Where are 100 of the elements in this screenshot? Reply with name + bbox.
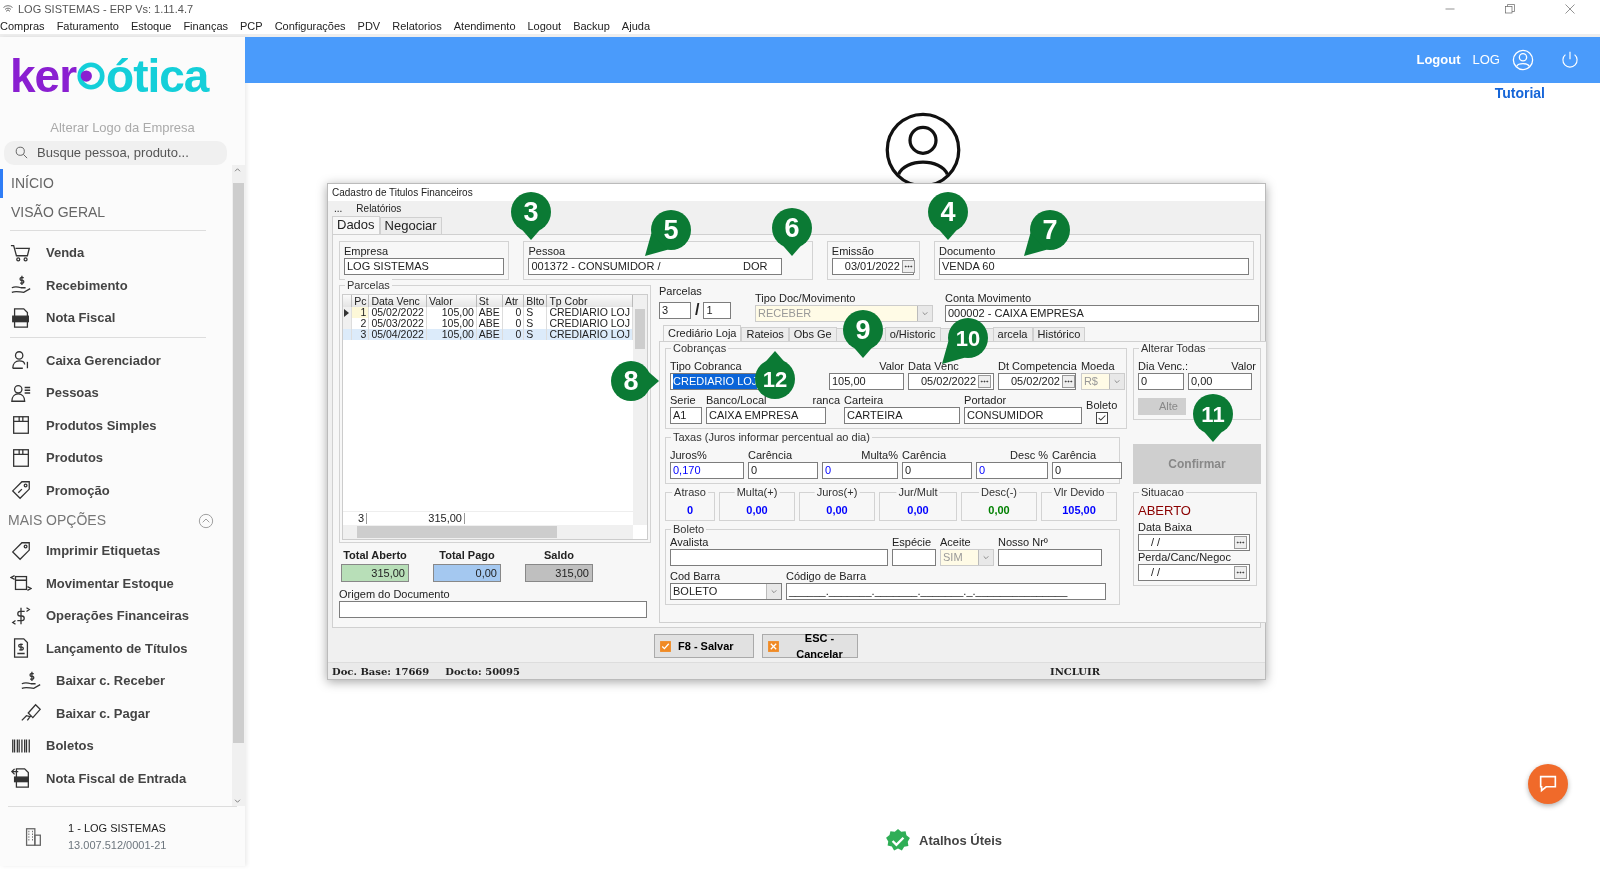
input-field[interactable] — [998, 548, 1102, 566]
menu-item[interactable]: Finanças — [183, 17, 228, 35]
sidebar-item[interactable]: Nota Fiscal — [0, 301, 232, 334]
action-button[interactable]: F8 - Salvar — [654, 634, 754, 658]
total-label: Total Pago — [438, 548, 496, 563]
input-field[interactable]: 0 — [822, 462, 898, 479]
input-field[interactable]: 0 — [976, 462, 1048, 479]
input-field[interactable]: 03/01/2022 — [831, 258, 914, 275]
collapse-icon[interactable] — [198, 512, 214, 529]
menu-item[interactable]: PCP — [240, 17, 263, 35]
input-field[interactable] — [670, 548, 888, 566]
input-field[interactable]: 001372 - CONSUMIDOR / DOR — [528, 258, 783, 275]
sidebar-item[interactable]: Boletos — [0, 729, 232, 762]
sidebar-item[interactable]: Nota Fiscal de Entrada — [0, 762, 232, 795]
chat-button[interactable] — [1528, 764, 1568, 804]
scrollbar[interactable] — [343, 525, 633, 539]
input-field[interactable]: 0,170 — [670, 462, 744, 479]
column-header[interactable]: St — [476, 295, 503, 307]
sidebar-item[interactable]: Lançamento de Títulos — [0, 632, 232, 665]
input-field[interactable]: / / — [1138, 533, 1250, 551]
field-label: Moeda — [1080, 360, 1115, 373]
tab[interactable]: Rateios — [741, 327, 789, 341]
caret-icon — [1108, 374, 1124, 389]
menu-item[interactable]: Compras — [0, 17, 45, 35]
tab[interactable]: Histórico — [1032, 327, 1086, 341]
sidebar-item[interactable]: Pessoas — [0, 376, 232, 409]
tutorial-link[interactable]: Tutorial — [245, 83, 1600, 103]
more-button[interactable] — [978, 375, 992, 388]
menu-item[interactable]: Configurações — [274, 17, 346, 35]
menu-item[interactable]: Backup — [573, 17, 610, 35]
checkbox[interactable] — [1095, 412, 1108, 424]
input-field[interactable]: ______._______._______._______._._______________ — [786, 582, 1106, 600]
menu-item[interactable]: ... — [334, 200, 343, 216]
menu-item[interactable]: PDV — [357, 17, 381, 35]
more-button[interactable] — [1234, 565, 1247, 579]
input-field[interactable]: 000002 - CAIXA EMPRESA — [945, 305, 1259, 322]
status-text: Doc. Base: 17669 — [332, 664, 430, 679]
input-field[interactable] — [339, 600, 647, 618]
sidebar-item[interactable]: Movimentar Estoque — [0, 567, 232, 600]
input-field[interactable]: CONSUMIDOR — [964, 407, 1083, 424]
search-field[interactable]: Busque pessoa, produto... — [4, 140, 227, 165]
input-field[interactable]: 0 — [1138, 373, 1184, 390]
sidebar-item[interactable]: Operações Financeiras — [0, 599, 232, 632]
menu-item[interactable]: Logout — [527, 17, 562, 35]
tab[interactable]: o/Historic — [884, 327, 941, 341]
menu-item[interactable]: Ajuda — [621, 17, 650, 35]
scrollbar[interactable] — [232, 164, 245, 806]
column-header[interactable]: Data Venc — [368, 295, 427, 307]
sidebar-item[interactable]: Recebimento — [0, 269, 232, 302]
tab[interactable]: Obs Ge — [788, 327, 837, 341]
action-button[interactable]: ESC - Cancelar — [762, 634, 858, 658]
value-text: 0 — [686, 504, 694, 516]
input-field[interactable]: 105,00 — [829, 373, 904, 390]
more-button[interactable] — [901, 260, 915, 273]
input-field[interactable]: 0,00 — [1188, 373, 1252, 390]
input-field[interactable]: 0 — [1052, 462, 1122, 479]
group-label: Alterar Todas — [1139, 342, 1208, 354]
input-field[interactable]: 0 — [902, 462, 972, 479]
menu-item[interactable]: Relatorios — [392, 17, 442, 35]
scrollbar-thumb[interactable] — [635, 309, 645, 349]
sidebar-item[interactable]: Baixar c. Receber — [0, 664, 232, 697]
input-field[interactable]: / / — [1138, 563, 1250, 581]
dropdown[interactable]: BOLETO — [670, 582, 782, 600]
input-field[interactable]: LOG SISTEMAS — [344, 258, 504, 275]
menu-item[interactable]: Faturamento — [56, 17, 119, 35]
tab[interactable]: arcela — [992, 327, 1033, 341]
more-button[interactable] — [1234, 535, 1247, 549]
tab[interactable]: Crediário Loja — [663, 325, 742, 341]
input-field[interactable]: 1 — [703, 301, 732, 319]
sidebar-item[interactable]: Baixar c. Pagar — [0, 697, 232, 730]
input-field[interactable]: VENDA 60 — [939, 258, 1249, 275]
input-field[interactable]: CREDIARIO LOJ — [670, 373, 760, 390]
input-field[interactable]: CARTEIRA — [844, 407, 961, 424]
sidebar-item[interactable]: Produtos — [0, 441, 232, 474]
sidebar-item[interactable]: Caixa Gerenciador — [0, 344, 232, 377]
sidebar-item[interactable]: Promoção — [0, 474, 232, 507]
input-field[interactable] — [892, 548, 936, 566]
column-header[interactable]: Valor — [426, 295, 477, 307]
input-field[interactable]: 05/02/202 — [998, 373, 1076, 390]
input-field[interactable]: 0 — [748, 462, 818, 479]
tab[interactable]: Negociar — [379, 217, 442, 234]
sidebar-item[interactable]: Imprimir Etiquetas — [0, 534, 232, 567]
sidebar-item[interactable]: Produtos Simples — [0, 409, 232, 442]
tab[interactable]: Dados — [332, 216, 380, 234]
tag-icon — [10, 539, 32, 562]
menu-item[interactable]: Relatórios — [356, 200, 402, 216]
input-field[interactable]: 05/02/2022 — [908, 373, 994, 390]
more-button[interactable] — [1061, 375, 1075, 388]
company-id: 13.007.512/0001-21 — [68, 837, 167, 853]
sidebar-item[interactable]: Venda — [0, 236, 232, 269]
menu-item[interactable]: Estoque — [131, 17, 172, 35]
input-field[interactable]: CAIXA EMPRESA — [706, 407, 826, 424]
column-header[interactable]: Tp Cobr — [546, 295, 633, 307]
input-field[interactable]: A1 — [670, 407, 702, 424]
table-cell: 1 — [351, 307, 369, 318]
nav-link[interactable]: VISÃO GERAL — [0, 197, 232, 227]
column-header[interactable]: Blto — [523, 295, 547, 307]
input-field[interactable]: 3 — [659, 301, 691, 319]
column-header[interactable]: Atr — [502, 295, 524, 307]
menu-item[interactable]: Atendimento — [453, 17, 516, 35]
